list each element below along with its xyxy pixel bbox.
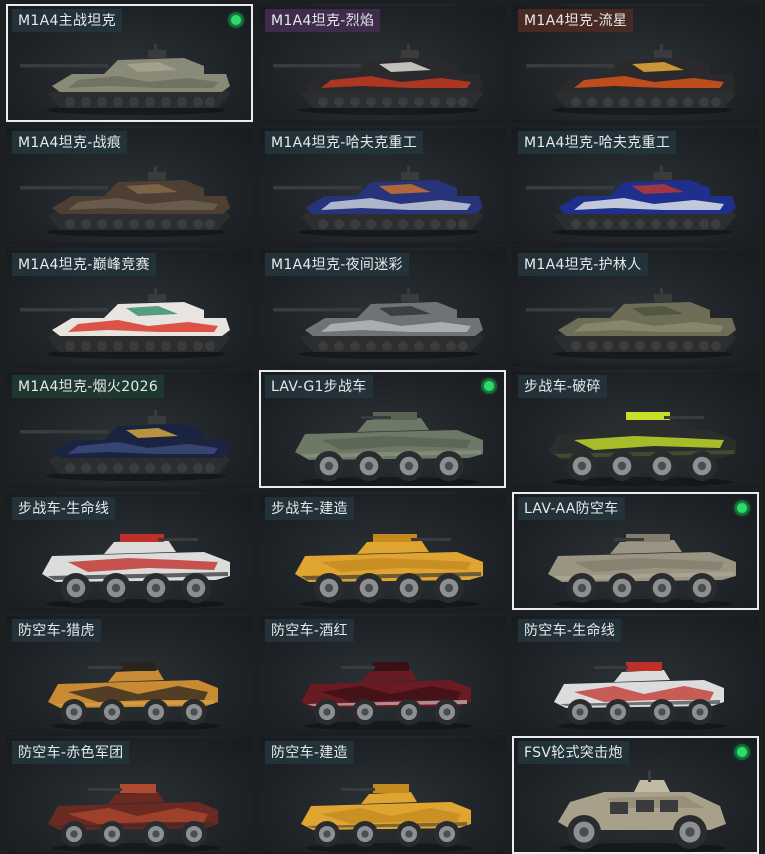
- vehicle-skin-title: FSV轮式突击炮: [518, 741, 629, 764]
- vehicle-skin-title: M1A4坦克-护林人: [518, 253, 648, 276]
- vehicle-image: [295, 534, 483, 608]
- vehicle-skin-title: M1A4主战坦克: [12, 9, 122, 32]
- vehicle-skin-title: M1A4坦克-哈夫克重工: [265, 131, 424, 154]
- vehicle-skin-card[interactable]: M1A4坦克-流星: [512, 4, 759, 122]
- vehicle-skin-title: M1A4坦克-战痕: [12, 131, 128, 154]
- vehicle-image: [295, 412, 483, 486]
- vehicle-image: [20, 410, 230, 481]
- vehicle-skin-grid: M1A4主战坦克 M1A4坦克-烈焰 M1A4坦克-流星 M1A4坦克-战痕 M…: [0, 0, 765, 854]
- vehicle-skin-card[interactable]: 防空车-生命线: [512, 614, 759, 732]
- vehicle-image: [558, 770, 726, 852]
- vehicle-image: [526, 288, 736, 359]
- vehicle-skin-card[interactable]: 防空车-酒红: [259, 614, 506, 732]
- vehicle-skin-title: M1A4坦克-巅峰竞赛: [12, 253, 156, 276]
- equipped-indicator-icon: [734, 744, 750, 760]
- vehicle-image: [554, 662, 726, 730]
- equipped-indicator-icon: [228, 12, 244, 28]
- vehicle-skin-card[interactable]: 防空车-赤色军团: [6, 736, 253, 854]
- vehicle-skin-title: M1A4坦克-烟火2026: [12, 375, 165, 398]
- vehicle-image: [526, 166, 736, 237]
- vehicle-skin-card[interactable]: FSV轮式突击炮: [512, 736, 759, 854]
- vehicle-skin-title: M1A4坦克-流星: [518, 9, 634, 32]
- vehicle-skin-title: 防空车-猎虎: [12, 619, 101, 642]
- vehicle-skin-card[interactable]: 防空车-建造: [259, 736, 506, 854]
- vehicle-image: [20, 44, 230, 115]
- vehicle-skin-title: 防空车-酒红: [265, 619, 354, 642]
- vehicle-skin-card[interactable]: M1A4坦克-哈夫克重工: [259, 126, 506, 244]
- vehicle-skin-card[interactable]: LAV-G1步战车: [259, 370, 506, 488]
- vehicle-image: [548, 534, 736, 608]
- vehicle-skin-title: M1A4坦克-烈焰: [265, 9, 381, 32]
- vehicle-image: [273, 288, 483, 359]
- vehicle-skin-card[interactable]: M1A4坦克-战痕: [6, 126, 253, 244]
- vehicle-skin-title: 步战车-生命线: [12, 497, 116, 520]
- vehicle-skin-card[interactable]: LAV-AA防空车: [512, 492, 759, 610]
- vehicle-skin-title: LAV-G1步战车: [265, 375, 373, 398]
- vehicle-skin-card[interactable]: 防空车-猎虎: [6, 614, 253, 732]
- vehicle-skin-card[interactable]: 步战车-生命线: [6, 492, 253, 610]
- vehicle-skin-card[interactable]: M1A4坦克-护林人: [512, 248, 759, 366]
- equipped-indicator-icon: [481, 378, 497, 394]
- vehicle-image: [301, 662, 473, 730]
- vehicle-image: [20, 288, 230, 359]
- vehicle-skin-title: M1A4坦克-夜间迷彩: [265, 253, 409, 276]
- vehicle-skin-card[interactable]: M1A4坦克-夜间迷彩: [259, 248, 506, 366]
- vehicle-image: [48, 662, 220, 730]
- vehicle-image: [548, 412, 736, 486]
- vehicle-skin-title: 步战车-破碎: [518, 375, 607, 398]
- vehicle-skin-card[interactable]: M1A4主战坦克: [6, 4, 253, 122]
- vehicle-image: [273, 44, 483, 115]
- vehicle-image: [20, 166, 230, 237]
- vehicle-skin-card[interactable]: M1A4坦克-烈焰: [259, 4, 506, 122]
- vehicle-skin-card[interactable]: M1A4坦克-巅峰竞赛: [6, 248, 253, 366]
- vehicle-image: [273, 166, 483, 237]
- vehicle-skin-title: 防空车-生命线: [518, 619, 622, 642]
- vehicle-image: [526, 44, 736, 115]
- vehicle-skin-card[interactable]: M1A4坦克-哈夫克重工: [512, 126, 759, 244]
- vehicle-image: [301, 784, 473, 852]
- vehicle-image: [48, 784, 220, 852]
- vehicle-skin-title: M1A4坦克-哈夫克重工: [518, 131, 677, 154]
- equipped-indicator-icon: [734, 500, 750, 516]
- vehicle-skin-card[interactable]: M1A4坦克-烟火2026: [6, 370, 253, 488]
- vehicle-skin-title: LAV-AA防空车: [518, 497, 625, 520]
- vehicle-skin-title: 步战车-建造: [265, 497, 354, 520]
- vehicle-skin-card[interactable]: 步战车-破碎: [512, 370, 759, 488]
- vehicle-skin-title: 防空车-建造: [265, 741, 354, 764]
- vehicle-skin-card[interactable]: 步战车-建造: [259, 492, 506, 610]
- vehicle-skin-title: 防空车-赤色军团: [12, 741, 130, 764]
- vehicle-image: [42, 534, 230, 608]
